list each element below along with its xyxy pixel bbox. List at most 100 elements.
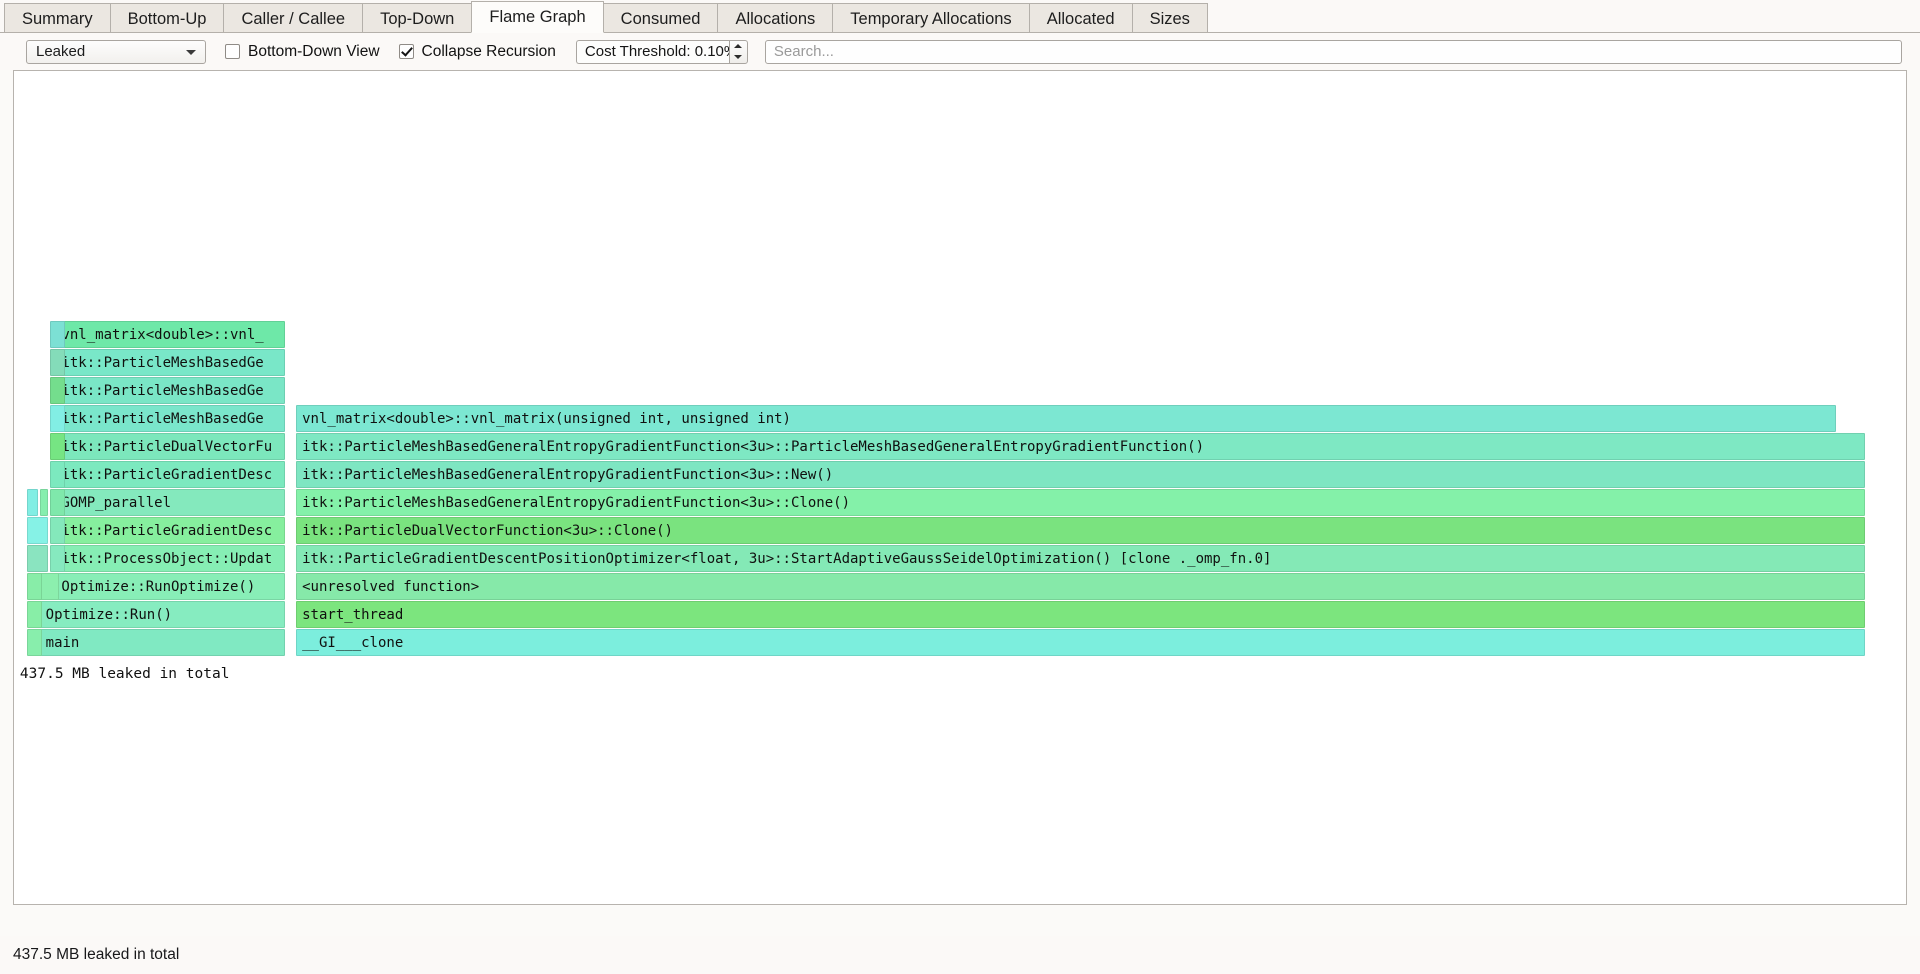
profiler-window: Summary Bottom-Up Caller / Callee Top-Down F…	[0, 0, 1920, 974]
bottom-down-view-checkbox[interactable]: Bottom-Down View	[225, 43, 380, 61]
flame-frame[interactable]: itk::ParticleMeshBasedGe	[55, 405, 286, 432]
chevron-down-icon	[186, 49, 196, 55]
tab-label: Allocations	[735, 10, 816, 28]
flame-frame[interactable]: Optimize::Run()	[39, 601, 286, 628]
stepper-up-icon[interactable]	[730, 41, 747, 52]
flame-frame-narrow[interactable]	[49, 377, 66, 404]
tab-top-down[interactable]: Top-Down	[362, 3, 473, 33]
tab-flame-graph[interactable]: Flame Graph	[471, 1, 604, 33]
flame-frame[interactable]: start_thread	[296, 601, 1865, 628]
flame-frame-narrow[interactable]	[49, 321, 66, 348]
search-input[interactable]: Search...	[764, 39, 1902, 64]
flame-frame[interactable]: <unresolved function>	[296, 573, 1865, 600]
flame-frame[interactable]: itk::ParticleDualVectorFunction<3u>::Clo…	[296, 517, 1865, 544]
flame-frame[interactable]: main	[39, 629, 286, 656]
flame-frame-label: vnl_matrix<double>::vnl_	[61, 326, 264, 343]
flame-frame[interactable]: itk::ParticleMeshBasedGe	[55, 349, 286, 376]
tab-label: Caller / Callee	[241, 10, 346, 28]
tab-caller-callee[interactable]: Caller / Callee	[223, 3, 364, 33]
tab-label: Top-Down	[380, 10, 455, 28]
flame-frame-narrow[interactable]	[26, 489, 38, 516]
flame-frame-narrow[interactable]	[49, 405, 66, 432]
cost-threshold-value[interactable]: Cost Threshold: 0.10%	[575, 39, 737, 64]
flame-frame-label: Optimize::Run()	[45, 606, 173, 623]
tab-allocations[interactable]: Allocations	[717, 3, 834, 33]
flame-frame[interactable]: itk::ParticleDualVectorFu	[55, 433, 286, 460]
flame-frame-label: itk::ParticleMeshBasedGe	[61, 382, 264, 399]
flame-frame-label: itk::ProcessObject::Updat	[61, 550, 273, 567]
flame-frame-label: __GI___clone	[302, 634, 404, 651]
checkbox-icon[interactable]	[225, 44, 240, 59]
flame-frame[interactable]: itk::ParticleMeshBasedGeneralEntropyGrad…	[296, 433, 1865, 460]
metric-select-value: Leaked	[36, 43, 86, 60]
flame-frame-label: itk::ParticleMeshBasedGe	[61, 410, 264, 427]
tab-label: Sizes	[1149, 10, 1190, 28]
tab-label: Summary	[22, 10, 93, 28]
flame-frame-narrow[interactable]	[49, 489, 66, 516]
flame-frame[interactable]: itk::ParticleMeshBasedGe	[55, 377, 286, 404]
stepper-buttons[interactable]	[728, 39, 748, 64]
flame-frame[interactable]: itk::ParticleGradientDescentPositionOpti…	[296, 545, 1865, 572]
flame-frame-label: itk::ParticleMeshBasedGeneralEntropyGrad…	[302, 466, 834, 483]
checkmark-icon[interactable]	[398, 44, 414, 59]
flame-frame[interactable]: itk::ParticleMeshBasedGeneralEntropyGrad…	[296, 489, 1865, 516]
flame-frame-narrow[interactable]	[26, 545, 48, 572]
flame-frame[interactable]: __GI___clone	[296, 629, 1865, 656]
flame-frame-label: <unresolved function>	[302, 578, 480, 595]
tab-consumed[interactable]: Consumed	[602, 3, 719, 33]
flame-frame[interactable]: itk::ParticleMeshBasedGeneralEntropyGrad…	[296, 461, 1865, 488]
tab-bar: Summary Bottom-Up Caller / Callee Top-Down F…	[0, 0, 1920, 33]
collapse-recursion-checkbox[interactable]: Collapse Recursion	[398, 42, 556, 61]
status-bar-text: 437.5 MB leaked in total	[13, 946, 180, 963]
flame-graph-total-label: 437.5 MB leaked in total	[19, 666, 230, 682]
flame-frame-label: Optimize::RunOptimize()	[61, 578, 256, 595]
flame-frame-narrow[interactable]	[26, 601, 42, 628]
flame-frame-narrow[interactable]	[39, 573, 60, 600]
stepper-down-icon[interactable]	[730, 52, 747, 63]
flame-frame[interactable]: Optimize::RunOptimize()	[55, 573, 286, 600]
tab-sizes[interactable]: Sizes	[1131, 3, 1208, 33]
flame-frame-narrow[interactable]	[39, 489, 48, 516]
flame-graph-panel-wrap: vnl_matrix<double>::vnl_itk::ParticleMes…	[0, 70, 1920, 936]
flame-frame-label: itk::ParticleMeshBasedGe	[61, 354, 264, 371]
flame-frame[interactable]: itk::ProcessObject::Updat	[55, 545, 286, 572]
flame-frame[interactable]: GOMP_parallel	[55, 489, 286, 516]
tab-label: Allocated	[1046, 10, 1115, 28]
tab-label: Consumed	[620, 10, 701, 28]
flame-frame-label: itk::ParticleDualVectorFunction<3u>::Clo…	[302, 522, 673, 539]
flame-frame-narrow[interactable]	[26, 517, 48, 544]
flame-frame-label: vnl_matrix<double>::vnl_matrix(unsigned …	[302, 410, 791, 427]
flame-graph-toolbar: Leaked Bottom-Down View Collapse Recursi…	[0, 33, 1920, 70]
flame-frame-label: main	[45, 634, 80, 651]
bottom-down-view-label: Bottom-Down View	[248, 42, 380, 60]
flame-frame-narrow[interactable]	[49, 349, 66, 376]
search-placeholder: Search...	[773, 43, 834, 60]
cost-threshold-stepper[interactable]: Cost Threshold: 0.10%	[575, 39, 748, 64]
collapse-recursion-label: Collapse Recursion	[421, 42, 556, 60]
flame-frame-narrow[interactable]	[26, 629, 42, 656]
tab-label: Bottom-Up	[127, 10, 207, 28]
flame-frame[interactable]: vnl_matrix<double>::vnl_matrix(unsigned …	[296, 405, 1836, 432]
flame-frame[interactable]: itk::ParticleGradientDesc	[55, 461, 286, 488]
flame-frame-narrow[interactable]	[49, 433, 66, 460]
flame-frame-label: start_thread	[302, 606, 404, 623]
flame-frame-label: itk::ParticleDualVectorFu	[61, 438, 273, 455]
metric-select[interactable]: Leaked	[26, 39, 206, 64]
flame-frame-narrow[interactable]	[26, 573, 42, 600]
flame-frame-narrow[interactable]	[49, 517, 66, 544]
flame-graph-canvas[interactable]: vnl_matrix<double>::vnl_itk::ParticleMes…	[14, 71, 1906, 904]
flame-frame[interactable]: itk::ParticleGradientDesc	[55, 517, 286, 544]
tab-summary[interactable]: Summary	[4, 3, 111, 33]
flame-frame-label: itk::ParticleGradientDesc	[61, 466, 273, 483]
flame-graph-panel[interactable]: vnl_matrix<double>::vnl_itk::ParticleMes…	[13, 70, 1907, 905]
flame-frame-narrow[interactable]	[49, 545, 66, 572]
flame-frame[interactable]: vnl_matrix<double>::vnl_	[55, 321, 286, 348]
tab-label: Temporary Allocations	[850, 10, 1012, 28]
tab-temporary-allocations[interactable]: Temporary Allocations	[832, 3, 1030, 33]
tab-label: Flame Graph	[489, 8, 586, 26]
tab-allocated[interactable]: Allocated	[1028, 3, 1133, 33]
flame-frame-label: itk::ParticleMeshBasedGeneralEntropyGrad…	[302, 438, 1204, 455]
tab-bottom-up[interactable]: Bottom-Up	[109, 3, 225, 33]
status-bar: 437.5 MB leaked in total	[0, 936, 1920, 974]
flame-frame-narrow[interactable]	[49, 461, 66, 488]
